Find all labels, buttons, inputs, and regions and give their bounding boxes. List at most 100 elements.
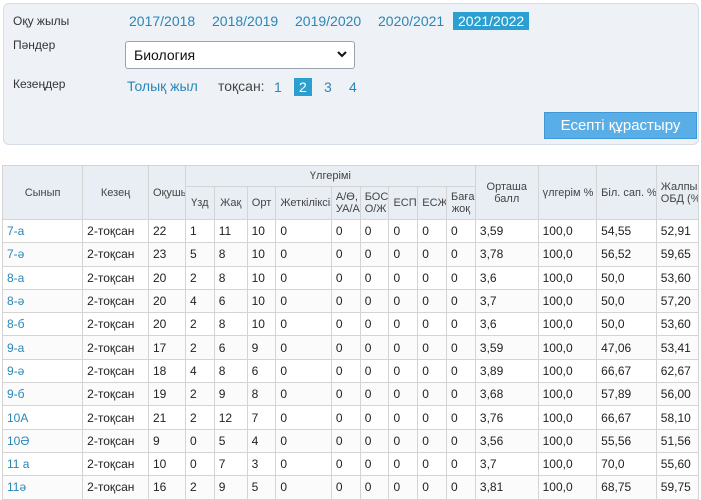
cell-period: 2-тоқсан (82, 288, 149, 314)
cell-bos: 0 (359, 265, 390, 290)
cell-class[interactable]: 10Ә (1, 428, 84, 453)
cell-eszh: 0 (417, 265, 448, 290)
cell-esp: 0 (388, 382, 419, 407)
cell-period: 2-тоқсан (82, 428, 149, 453)
table-row: 9-ә 2-тоқсан 18 4 8 6 0 0 0 0 0 0 3,89 100,0 66,67 62,6… (1, 358, 700, 384)
cell-bos: 0 (359, 451, 390, 477)
cell-class[interactable]: 7-ә (1, 242, 84, 267)
year-link-2018-2019[interactable]: 2018/2019 (207, 12, 283, 30)
year-link-2019-2020[interactable]: 2019/2020 (290, 12, 366, 30)
cell-obd-percent: 56,00 (655, 382, 700, 407)
cell-eszh: 0 (417, 358, 448, 384)
cell-obd-percent: 53,60 (655, 265, 700, 290)
cell-average: 8 (246, 382, 277, 407)
header-average-score: Орташа балл (474, 165, 539, 220)
cell-class[interactable]: 8-ә (1, 288, 84, 314)
header-insufficient: Жеткіліксіз (275, 186, 332, 220)
quarter-link-3[interactable]: 3 (319, 78, 337, 96)
year-link-2021-2022[interactable]: 2021/2022 (453, 12, 530, 30)
cell-not-graded: 0 (446, 451, 476, 477)
cell-insufficient: 0 (275, 405, 332, 430)
table-row: 11ә 2-тоқсан 16 2 9 5 0 0 0 0 0 0 3,81 100,0 68,75 59,7… (1, 475, 700, 500)
cell-average-score: 3,89 (474, 358, 539, 384)
cell-bos: 0 (359, 475, 390, 500)
cell-excellent: 4 (184, 288, 215, 314)
cell-excellent: 2 (184, 312, 215, 337)
cell-class[interactable]: 9-а (1, 335, 84, 360)
cell-average: 10 (246, 312, 277, 337)
filter-panel: Оқу жылы 2017/2018 2018/2019 2019/2020 2… (3, 3, 699, 145)
subject-select[interactable]: Биология (125, 41, 355, 69)
cell-average-score: 3,7 (474, 451, 539, 477)
cell-class[interactable]: 11ә (1, 475, 84, 500)
cell-class[interactable]: 9-б (1, 382, 84, 407)
cell-not-graded: 0 (446, 265, 476, 290)
cell-period: 2-тоқсан (82, 382, 149, 407)
full-year-link[interactable]: Толық жыл (127, 78, 198, 94)
cell-insufficient: 0 (275, 358, 332, 384)
cell-insufficient: 0 (275, 475, 332, 500)
cell-good: 6 (213, 288, 248, 314)
cell-class[interactable]: 8-а (1, 265, 84, 290)
cell-average-score: 3,59 (474, 218, 539, 244)
cell-ao: 0 (330, 475, 361, 500)
cell-progress-percent: 100,0 (537, 335, 598, 360)
quarter-link-1[interactable]: 1 (269, 78, 287, 96)
cell-excellent: 0 (184, 428, 215, 453)
cell-eszh: 0 (417, 428, 448, 453)
cell-insufficient: 0 (275, 451, 332, 477)
cell-not-graded: 0 (446, 288, 476, 314)
cell-quality-percent: 47,06 (596, 335, 657, 360)
year-link-2017-2018[interactable]: 2017/2018 (124, 12, 200, 30)
cell-good: 6 (213, 335, 248, 360)
cell-period: 2-тоқсан (82, 451, 149, 477)
header-excellent: Үзд (184, 186, 215, 220)
cell-class[interactable]: 10А (1, 405, 84, 430)
cell-average-score: 3,7 (474, 288, 539, 314)
cell-obd-percent: 57,20 (655, 288, 700, 314)
cell-progress-percent: 100,0 (537, 405, 598, 430)
cell-good: 7 (213, 451, 248, 477)
cell-average: 10 (246, 242, 277, 267)
cell-esp: 0 (388, 242, 419, 267)
table-row: 10А 2-тоқсан 21 2 12 7 0 0 0 0 0 0 3,76 100,0 66,67 58,… (1, 405, 700, 430)
cell-progress-percent: 100,0 (537, 382, 598, 407)
cell-excellent: 2 (184, 475, 215, 500)
header-class: Сынып (1, 165, 84, 220)
cell-insufficient: 0 (275, 218, 332, 244)
cell-bos: 0 (359, 288, 390, 314)
cell-bos: 0 (359, 358, 390, 384)
header-quality-percent: Біл. сап. % (596, 165, 657, 220)
table-row: 9-а 2-тоқсан 17 2 6 9 0 0 0 0 0 0 3,59 100,0 47,06 53,4… (1, 335, 700, 360)
header-eszh: ЕСЖ (417, 186, 448, 220)
cell-class[interactable]: 7-а (1, 218, 84, 244)
cell-quality-percent: 54,55 (596, 218, 657, 244)
cell-class[interactable]: 8-б (1, 312, 84, 337)
report-table: Сынып Кезең Оқушы Үлгерімі Орташа балл үл… (1, 165, 700, 500)
header-average: Орт (246, 186, 277, 220)
year-link-2020-2021[interactable]: 2020/2021 (373, 12, 449, 30)
cell-quality-percent: 50,0 (596, 288, 657, 314)
cell-quality-percent: 66,67 (596, 405, 657, 430)
cell-bos: 0 (359, 335, 390, 360)
cell-obd-percent: 59,75 (655, 475, 700, 500)
quarter-link-2[interactable]: 2 (294, 78, 312, 96)
cell-students: 22 (147, 218, 186, 244)
cell-quality-percent: 50,0 (596, 312, 657, 337)
cell-esp: 0 (388, 312, 419, 337)
cell-ao: 0 (330, 405, 361, 430)
cell-ao: 0 (330, 242, 361, 267)
cell-quality-percent: 55,56 (596, 428, 657, 453)
cell-good: 5 (213, 428, 248, 453)
cell-insufficient: 0 (275, 428, 332, 453)
header-not-graded: Баға жоқ (446, 186, 476, 220)
cell-students: 10 (147, 451, 186, 477)
cell-esp: 0 (388, 358, 419, 384)
cell-class[interactable]: 9-ә (1, 358, 84, 384)
cell-excellent: 2 (184, 265, 215, 290)
cell-insufficient: 0 (275, 265, 332, 290)
cell-class[interactable]: 11 а (1, 451, 84, 477)
cell-not-graded: 0 (446, 405, 476, 430)
quarter-link-4[interactable]: 4 (344, 78, 362, 96)
build-report-button[interactable]: Есепті құрастыру (544, 112, 697, 139)
